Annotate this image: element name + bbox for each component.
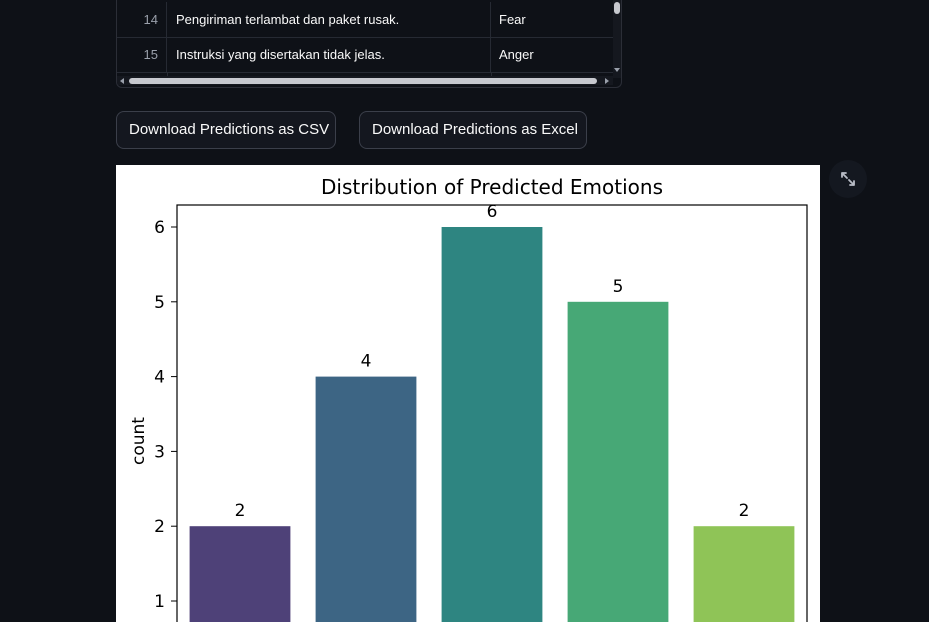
row-emotion: Fear: [499, 12, 526, 27]
chevron-left-icon[interactable]: [120, 78, 124, 84]
vertical-scroll-thumb[interactable]: [614, 2, 620, 14]
bar-1: [315, 376, 417, 622]
bar-4: [693, 526, 795, 622]
bar-0: [189, 526, 291, 622]
bar-3: [567, 301, 669, 622]
bar-value-label-1: 4: [361, 352, 372, 372]
bar-value-label-4: 2: [739, 501, 750, 521]
emotion-distribution-chart: Distribution of Predicted Emotions count…: [116, 165, 820, 622]
y-tick-label-3: 3: [154, 442, 165, 462]
y-axis-label: count: [129, 417, 149, 465]
predictions-table[interactable]: 14 Pengiriman terlambat dan paket rusak.…: [116, 0, 622, 88]
bar-value-label-3: 5: [613, 277, 624, 297]
y-tick-label-6: 6: [154, 218, 165, 238]
chevron-down-icon[interactable]: [614, 68, 620, 72]
row-text: Pengiriman terlambat dan paket rusak.: [168, 2, 491, 37]
fullscreen-button[interactable]: [829, 160, 867, 198]
bar-value-label-0: 2: [235, 501, 246, 521]
chevron-right-icon[interactable]: [605, 78, 609, 84]
chart-title: Distribution of Predicted Emotions: [321, 175, 663, 199]
bar-2: [441, 227, 543, 622]
table-row[interactable]: 15 Instruksi yang disertakan tidak jelas…: [117, 37, 613, 73]
expand-arrows-icon: [841, 172, 855, 186]
chart-svg: Distribution of Predicted Emotions count…: [129, 175, 808, 622]
download-csv-button[interactable]: Download Predictions as CSV: [116, 111, 336, 149]
horizontal-scrollbar[interactable]: [117, 76, 613, 85]
row-text: Instruksi yang disertakan tidak jelas.: [168, 37, 491, 72]
row-index: 15: [117, 37, 167, 72]
y-tick-label-4: 4: [154, 368, 165, 388]
vertical-scrollbar[interactable]: [613, 0, 621, 78]
y-tick-label-5: 5: [154, 293, 165, 313]
y-tick-label-2: 2: [154, 517, 165, 537]
table-row[interactable]: 14 Pengiriman terlambat dan paket rusak.…: [117, 2, 613, 38]
row-index: 14: [117, 2, 167, 37]
horizontal-scroll-thumb[interactable]: [129, 78, 597, 84]
y-tick-label-1: 1: [154, 592, 165, 612]
download-excel-button[interactable]: Download Predictions as Excel: [359, 111, 587, 149]
bar-value-label-2: 6: [487, 202, 498, 222]
row-emotion: Anger: [499, 47, 534, 62]
